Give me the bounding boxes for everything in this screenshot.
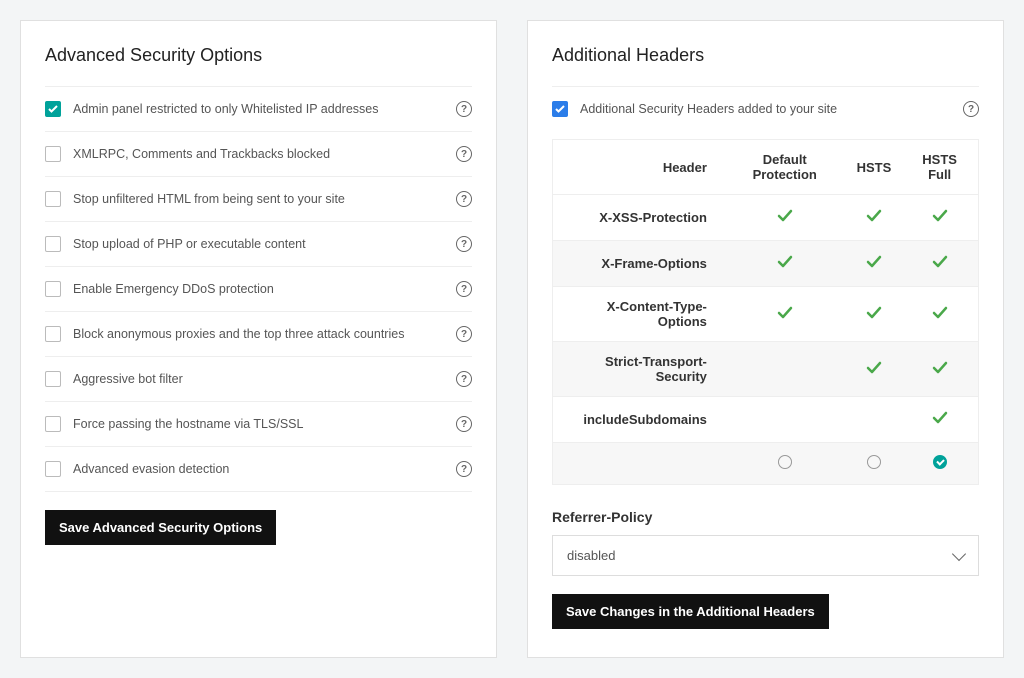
- protection-level-radio[interactable]: [933, 455, 947, 469]
- option-checkbox[interactable]: [45, 371, 61, 387]
- option-label: Force passing the hostname via TLS/SSL: [73, 417, 444, 431]
- protection-level-radio[interactable]: [778, 455, 792, 469]
- security-option-row: Advanced evasion detection?: [45, 446, 472, 492]
- row-header: X-Frame-Options: [553, 241, 723, 287]
- security-option-row: Admin panel restricted to only Whitelist…: [45, 86, 472, 131]
- check-icon: [931, 253, 949, 271]
- col-header: HSTS: [847, 140, 902, 195]
- security-option-row: Stop unfiltered HTML from being sent to …: [45, 176, 472, 221]
- table-row: Strict-Transport-Security: [553, 342, 979, 397]
- option-checkbox[interactable]: [45, 281, 61, 297]
- check-icon: [865, 359, 883, 377]
- table-cell: [723, 397, 847, 443]
- check-icon: [931, 304, 949, 322]
- security-option-row: Force passing the hostname via TLS/SSL?: [45, 401, 472, 446]
- check-icon: [865, 207, 883, 225]
- enable-headers-checkbox[interactable]: [552, 101, 568, 117]
- security-option-row: Block anonymous proxies and the top thre…: [45, 311, 472, 356]
- help-icon[interactable]: ?: [456, 101, 472, 117]
- option-label: XMLRPC, Comments and Trackbacks blocked: [73, 147, 444, 161]
- col-header: Header: [553, 140, 723, 195]
- table-cell: [901, 397, 978, 443]
- check-icon: [776, 253, 794, 271]
- table-row: includeSubdomains: [553, 397, 979, 443]
- table-cell: [847, 241, 902, 287]
- option-label: Enable Emergency DDoS protection: [73, 282, 444, 296]
- check-icon: [931, 409, 949, 427]
- table-cell: [847, 287, 902, 342]
- help-icon[interactable]: ?: [963, 101, 979, 117]
- option-label: Stop unfiltered HTML from being sent to …: [73, 192, 444, 206]
- check-icon: [865, 304, 883, 322]
- table-cell: [553, 443, 723, 485]
- table-row: X-Content-Type-Options: [553, 287, 979, 342]
- security-option-row: Enable Emergency DDoS protection?: [45, 266, 472, 311]
- check-icon: [931, 359, 949, 377]
- help-icon[interactable]: ?: [456, 191, 472, 207]
- row-header: includeSubdomains: [553, 397, 723, 443]
- option-checkbox[interactable]: [45, 191, 61, 207]
- row-header: X-XSS-Protection: [553, 195, 723, 241]
- help-icon[interactable]: ?: [456, 281, 472, 297]
- check-icon: [865, 253, 883, 271]
- help-icon[interactable]: ?: [456, 146, 472, 162]
- table-cell: [847, 397, 902, 443]
- table-cell: [901, 241, 978, 287]
- referrer-policy-label: Referrer-Policy: [552, 509, 979, 525]
- table-cell: [901, 195, 978, 241]
- referrer-policy-select[interactable]: disabled: [552, 535, 979, 576]
- option-checkbox[interactable]: [45, 101, 61, 117]
- col-header: Default Protection: [723, 140, 847, 195]
- help-icon[interactable]: ?: [456, 326, 472, 342]
- option-checkbox[interactable]: [45, 326, 61, 342]
- option-checkbox[interactable]: [45, 461, 61, 477]
- option-label: Admin panel restricted to only Whitelist…: [73, 102, 444, 116]
- option-label: Block anonymous proxies and the top thre…: [73, 327, 444, 341]
- option-checkbox[interactable]: [45, 236, 61, 252]
- save-headers-button[interactable]: Save Changes in the Additional Headers: [552, 594, 829, 629]
- table-cell: [723, 443, 847, 485]
- security-option-row: Stop upload of PHP or executable content…: [45, 221, 472, 266]
- option-label: Aggressive bot filter: [73, 372, 444, 386]
- table-cell: [901, 287, 978, 342]
- table-cell: [847, 195, 902, 241]
- table-cell: [723, 195, 847, 241]
- additional-headers-panel: Additional Headers Additional Security H…: [527, 20, 1004, 658]
- option-label: Stop upload of PHP or executable content: [73, 237, 444, 251]
- option-checkbox[interactable]: [45, 416, 61, 432]
- check-icon: [776, 207, 794, 225]
- table-cell: [901, 342, 978, 397]
- security-option-row: Aggressive bot filter?: [45, 356, 472, 401]
- row-header: X-Content-Type-Options: [553, 287, 723, 342]
- col-header: HSTS Full: [901, 140, 978, 195]
- help-icon[interactable]: ?: [456, 416, 472, 432]
- table-cell: [901, 443, 978, 485]
- table-row: X-Frame-Options: [553, 241, 979, 287]
- option-checkbox[interactable]: [45, 146, 61, 162]
- check-icon: [776, 304, 794, 322]
- table-radio-row: [553, 443, 979, 485]
- advanced-security-panel: Advanced Security Options Admin panel re…: [20, 20, 497, 658]
- table-cell: [847, 443, 902, 485]
- row-header: Strict-Transport-Security: [553, 342, 723, 397]
- protection-level-radio[interactable]: [867, 455, 881, 469]
- help-icon[interactable]: ?: [456, 371, 472, 387]
- table-cell: [847, 342, 902, 397]
- table-cell: [723, 241, 847, 287]
- table-cell: [723, 342, 847, 397]
- check-icon: [931, 207, 949, 225]
- save-advanced-button[interactable]: Save Advanced Security Options: [45, 510, 276, 545]
- panel-title: Advanced Security Options: [45, 45, 472, 66]
- help-icon[interactable]: ?: [456, 236, 472, 252]
- enable-headers-label: Additional Security Headers added to you…: [580, 102, 951, 116]
- option-label: Advanced evasion detection: [73, 462, 444, 476]
- select-value: disabled: [567, 548, 615, 563]
- help-icon[interactable]: ?: [456, 461, 472, 477]
- security-option-row: XMLRPC, Comments and Trackbacks blocked?: [45, 131, 472, 176]
- headers-table: Header Default Protection HSTS HSTS Full…: [552, 139, 979, 485]
- table-cell: [723, 287, 847, 342]
- panel-title: Additional Headers: [552, 45, 979, 66]
- chevron-down-icon: [952, 546, 966, 560]
- table-row: X-XSS-Protection: [553, 195, 979, 241]
